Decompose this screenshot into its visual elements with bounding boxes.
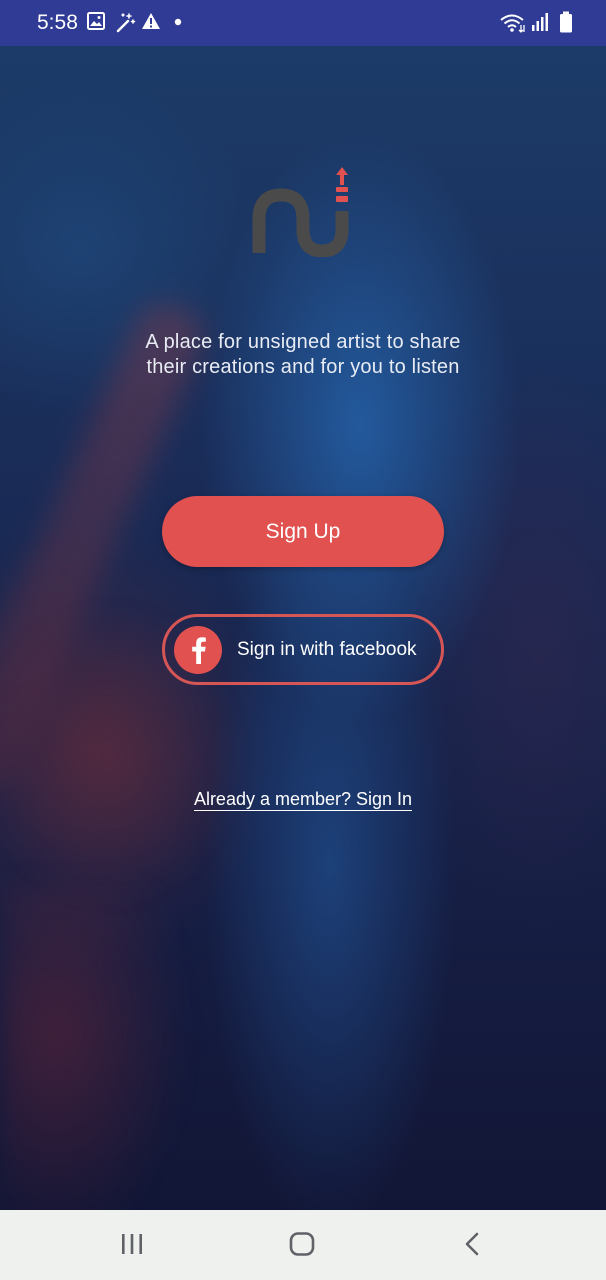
signal-icon <box>532 13 548 31</box>
background-guitar-body <box>0 886 190 1210</box>
back-icon[interactable] <box>458 1232 488 1258</box>
recents-icon[interactable] <box>117 1232 147 1258</box>
warning-icon <box>142 13 160 29</box>
facebook-icon <box>174 626 222 674</box>
image-icon <box>87 12 105 30</box>
dot-icon <box>174 18 182 26</box>
sign-in-link-row: Already a member? Sign In <box>0 786 606 812</box>
navigation-bar <box>0 1210 606 1280</box>
status-time: 5:58 <box>37 11 78 34</box>
facebook-sign-in-button[interactable]: Sign in with facebook <box>162 614 444 685</box>
sign-up-button[interactable]: Sign Up <box>162 496 444 567</box>
battery-icon <box>560 11 572 33</box>
sign-in-link[interactable]: Already a member? Sign In <box>193 789 413 811</box>
tagline: A place for unsigned artist to share the… <box>103 330 503 380</box>
tagline-line-2: their creations and for you to listen <box>146 356 460 378</box>
app-logo <box>252 167 349 257</box>
wifi-icon <box>500 14 525 33</box>
home-icon[interactable] <box>287 1232 317 1258</box>
tagline-line-1: A place for unsigned artist to share <box>145 331 461 353</box>
magic-wand-icon <box>116 13 136 33</box>
status-bar: 5:58 <box>0 0 606 46</box>
facebook-button-label: Sign in with facebook <box>237 639 417 660</box>
